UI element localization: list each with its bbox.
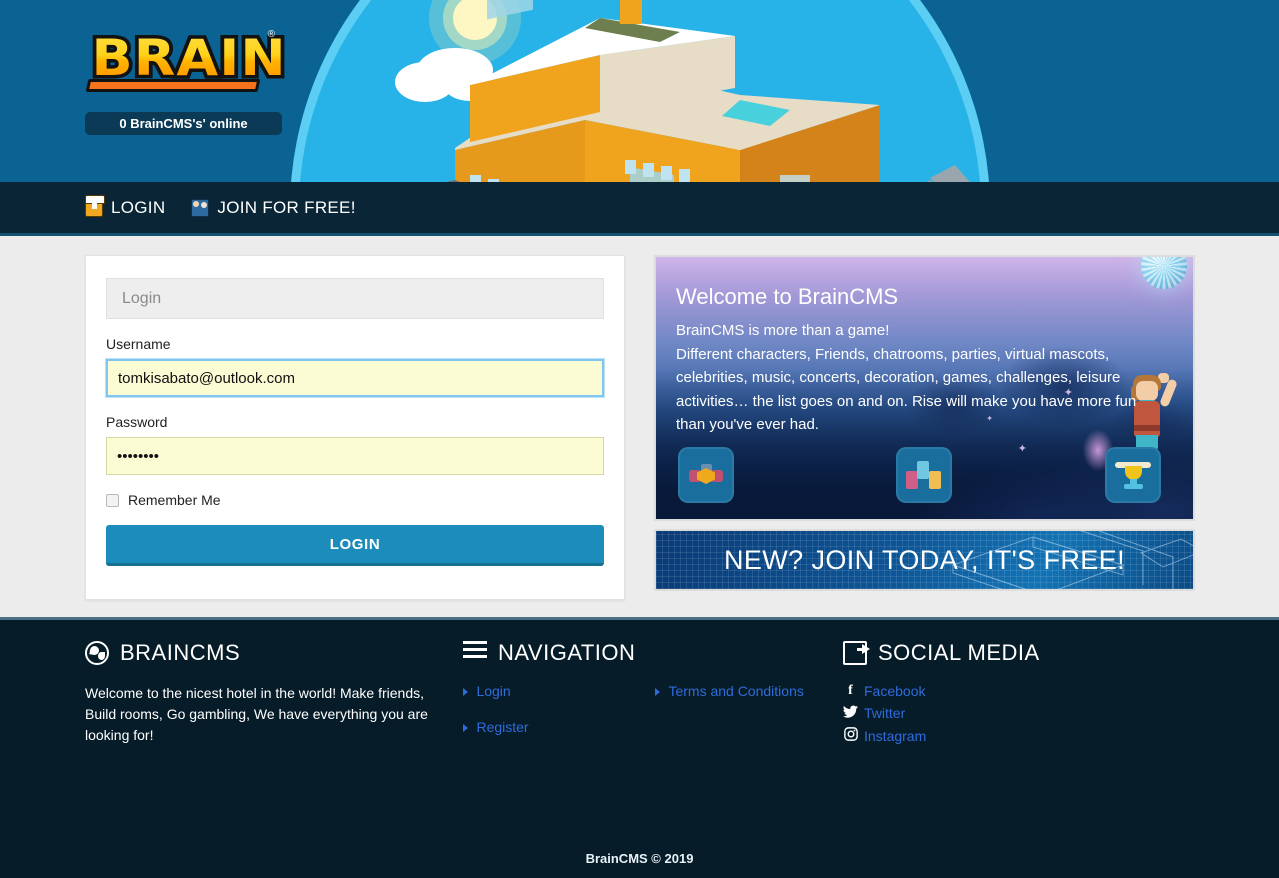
password-label: Password xyxy=(106,414,168,430)
welcome-title: Welcome to BrainCMS xyxy=(676,284,899,309)
welcome-text-line2: Different characters, Friends, chatrooms… xyxy=(676,345,1137,434)
login-card: Login Username Password Remember Me LOGI… xyxy=(85,255,625,600)
social-link-instagram[interactable]: Instagram xyxy=(864,728,926,744)
list-item: Terms and Conditions xyxy=(655,683,804,701)
join-today-banner[interactable]: NEW? JOIN TODAY, IT'S FREE! xyxy=(654,529,1195,591)
bullet-arrow-icon xyxy=(655,688,660,696)
list-item: Register xyxy=(463,719,655,737)
site-footer: BRAINCMS Welcome to the nicest hotel in … xyxy=(0,617,1279,878)
site-header: BRAIN BRAIN ® 0 BrainCMS's' online xyxy=(0,0,1279,182)
username-input[interactable] xyxy=(106,359,604,397)
nav-item-join-label: JOIN FOR FREE! xyxy=(217,197,356,217)
registered-mark: ® xyxy=(267,29,275,40)
footer-social-heading-label: SOCIAL MEDIA xyxy=(878,640,1040,665)
main-navbar: LOGIN JOIN FOR FREE! xyxy=(0,182,1279,236)
copyright-text: BrainCMS © 2019 xyxy=(585,851,694,866)
brain-wordmark: BRAIN BRAIN ® xyxy=(85,26,289,102)
badge-furniture[interactable] xyxy=(896,447,952,503)
footer-about-heading: BRAINCMS xyxy=(85,640,463,666)
brain-wordmark-text: BRAIN xyxy=(85,27,293,89)
online-counter: 0 BrainCMS's' online xyxy=(85,112,282,135)
facebook-icon: f xyxy=(848,683,853,698)
trophy-icon xyxy=(1115,460,1151,490)
footer-link-login[interactable]: Login xyxy=(476,683,510,699)
sparkle-icon: ✦ xyxy=(1017,443,1027,455)
login-panel-title: Login xyxy=(106,278,604,319)
remember-me-checkbox[interactable] xyxy=(106,493,119,507)
footer-navigation-column: NAVIGATION Login Register Terms and Cond… xyxy=(463,640,843,755)
footer-link-register[interactable]: Register xyxy=(476,719,528,735)
footer-navigation-heading: NAVIGATION xyxy=(463,640,843,666)
login-submit-button[interactable]: LOGIN xyxy=(106,525,604,566)
badge-gem[interactable] xyxy=(678,447,734,503)
footer-about-text: Welcome to the nicest hotel in the world… xyxy=(85,685,428,743)
footer-navigation-heading-label: NAVIGATION xyxy=(498,640,636,665)
brand-logo[interactable]: BRAIN BRAIN ® 0 BrainCMS's' online xyxy=(85,26,289,135)
sky-dome xyxy=(289,0,990,182)
social-link-facebook-row[interactable]: f Facebook xyxy=(843,683,1183,699)
password-input[interactable] xyxy=(106,437,604,475)
remember-me-row[interactable]: Remember Me xyxy=(106,492,604,508)
globe-icon xyxy=(85,641,109,665)
welcome-text-line1: BrainCMS is more than a game! xyxy=(676,322,890,339)
disco-ball-icon xyxy=(1141,257,1187,289)
nav-item-join[interactable]: JOIN FOR FREE! xyxy=(191,198,355,218)
welcome-text: BrainCMS is more than a game! Different … xyxy=(676,319,1146,437)
instagram-icon xyxy=(843,727,858,744)
social-link-instagram-row[interactable]: Instagram xyxy=(843,727,1183,744)
nav-item-login[interactable]: LOGIN xyxy=(85,194,166,218)
social-link-twitter[interactable]: Twitter xyxy=(864,705,905,721)
remember-me-label: Remember Me xyxy=(128,492,221,508)
chest-icon xyxy=(85,194,105,217)
footer-nav-list-secondary: Terms and Conditions xyxy=(655,683,804,755)
bullet-arrow-icon xyxy=(463,688,468,696)
twitter-icon xyxy=(843,705,858,721)
list-item: Login xyxy=(463,683,655,701)
badge-trophy[interactable] xyxy=(1105,447,1161,503)
username-label: Username xyxy=(106,336,171,352)
hamburger-icon xyxy=(463,641,487,665)
footer-social-heading: SOCIAL MEDIA xyxy=(843,640,1183,666)
footer-social-column: SOCIAL MEDIA f Facebook Twitter Instagra… xyxy=(843,640,1183,755)
footer-about-heading-label: BRAINCMS xyxy=(120,640,241,665)
people-icon xyxy=(191,198,210,217)
footer-nav-list-primary: Login Register xyxy=(463,683,655,755)
welcome-panel: ✦ ✦ ✦ Welcome to BrainCMS BrainCMS is mo… xyxy=(654,255,1195,521)
social-link-twitter-row[interactable]: Twitter xyxy=(843,705,1183,721)
footer-about-column: BRAINCMS Welcome to the nicest hotel in … xyxy=(85,640,463,755)
main-content: Login Username Password Remember Me LOGI… xyxy=(0,236,1279,617)
bullet-arrow-icon xyxy=(463,724,468,732)
gem-icon xyxy=(689,464,723,486)
nav-item-login-label: LOGIN xyxy=(111,197,166,217)
footer-link-terms[interactable]: Terms and Conditions xyxy=(668,683,803,699)
join-today-label: NEW? JOIN TODAY, IT'S FREE! xyxy=(723,544,1126,575)
share-icon xyxy=(843,641,870,665)
furniture-icon xyxy=(906,459,942,491)
social-link-facebook[interactable]: Facebook xyxy=(864,683,925,699)
